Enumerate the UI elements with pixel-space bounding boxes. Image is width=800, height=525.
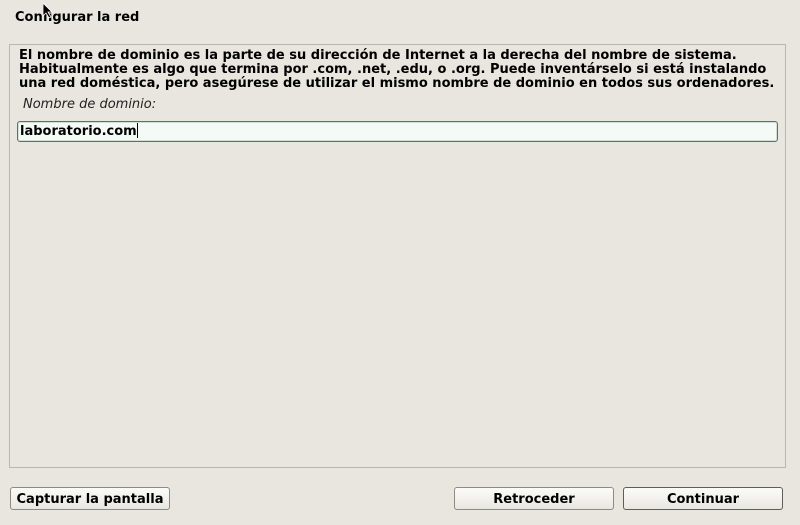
description-text: El nombre de dominio es la parte de su d… — [19, 48, 775, 91]
domain-name-label: Nombre de dominio: — [23, 97, 157, 112]
continue-button[interactable]: Continuar — [623, 487, 783, 510]
domain-name-input[interactable]: laboratorio.com — [17, 121, 778, 142]
content-panel: El nombre de dominio es la parte de su d… — [9, 44, 786, 468]
text-caret — [136, 123, 138, 138]
mouse-pointer-icon — [43, 3, 53, 19]
screenshot-button[interactable]: Capturar la pantalla — [10, 487, 170, 510]
page-title: Configurar la red — [15, 10, 140, 25]
domain-name-value: laboratorio.com — [20, 124, 137, 139]
back-button[interactable]: Retroceder — [454, 487, 614, 510]
